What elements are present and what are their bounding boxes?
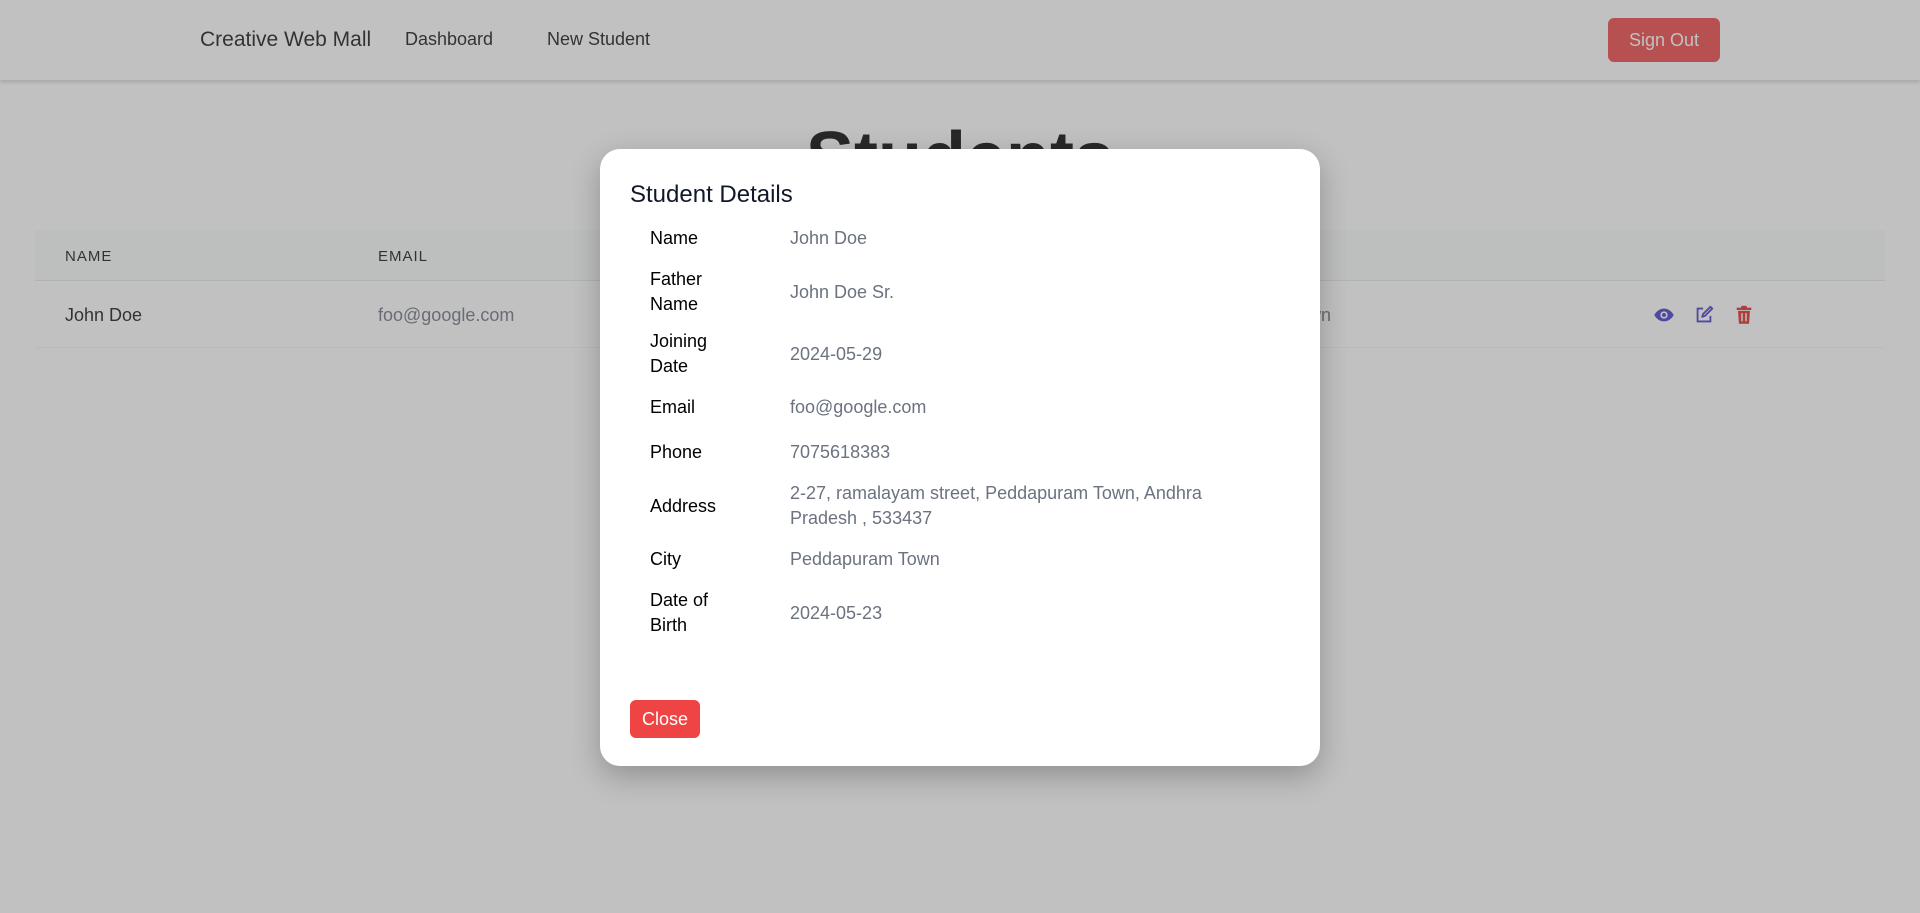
detail-label: Date of Birth	[650, 590, 709, 635]
detail-value: 2024-05-29	[790, 343, 883, 364]
detail-row-name: Name John Doe	[630, 216, 1290, 261]
detail-label: Joining Date	[650, 331, 708, 376]
detail-row-father-name: Father Name John Doe Sr.	[630, 261, 1290, 323]
detail-label: Address	[650, 495, 717, 516]
detail-label: Phone	[650, 442, 703, 462]
detail-value: John Doe	[790, 228, 868, 248]
detail-label: City	[650, 549, 681, 569]
close-button[interactable]: Close	[630, 700, 700, 738]
detail-row-address: Address 2-27, ramalayam street, Peddapur…	[630, 475, 1290, 537]
detail-row-email: Email foo@google.com	[630, 385, 1290, 430]
detail-label: Father Name	[650, 269, 703, 314]
detail-row-date-of-birth: Date of Birth 2024-05-23	[630, 582, 1290, 644]
detail-value: foo@google.com	[790, 397, 927, 417]
detail-value: 2-27, ramalayam street, Peddapuram Town,…	[790, 483, 1202, 528]
detail-value: Peddapuram Town	[790, 549, 940, 569]
detail-value: John Doe Sr.	[790, 281, 895, 302]
detail-row-phone: Phone 7075618383	[630, 430, 1290, 475]
detail-row-city: City Peddapuram Town	[630, 537, 1290, 582]
detail-value: 2024-05-23	[790, 602, 883, 623]
detail-label: Email	[650, 397, 696, 417]
student-details-modal: Student Details Name John Doe Father Nam…	[600, 149, 1320, 766]
detail-row-joining-date: Joining Date 2024-05-29	[630, 323, 1290, 385]
student-details-table: Name John Doe Father Name John Doe Sr. J…	[630, 216, 1290, 644]
detail-value: 7075618383	[790, 442, 891, 462]
modal-title: Student Details	[630, 181, 793, 208]
detail-label: Name	[650, 228, 699, 248]
